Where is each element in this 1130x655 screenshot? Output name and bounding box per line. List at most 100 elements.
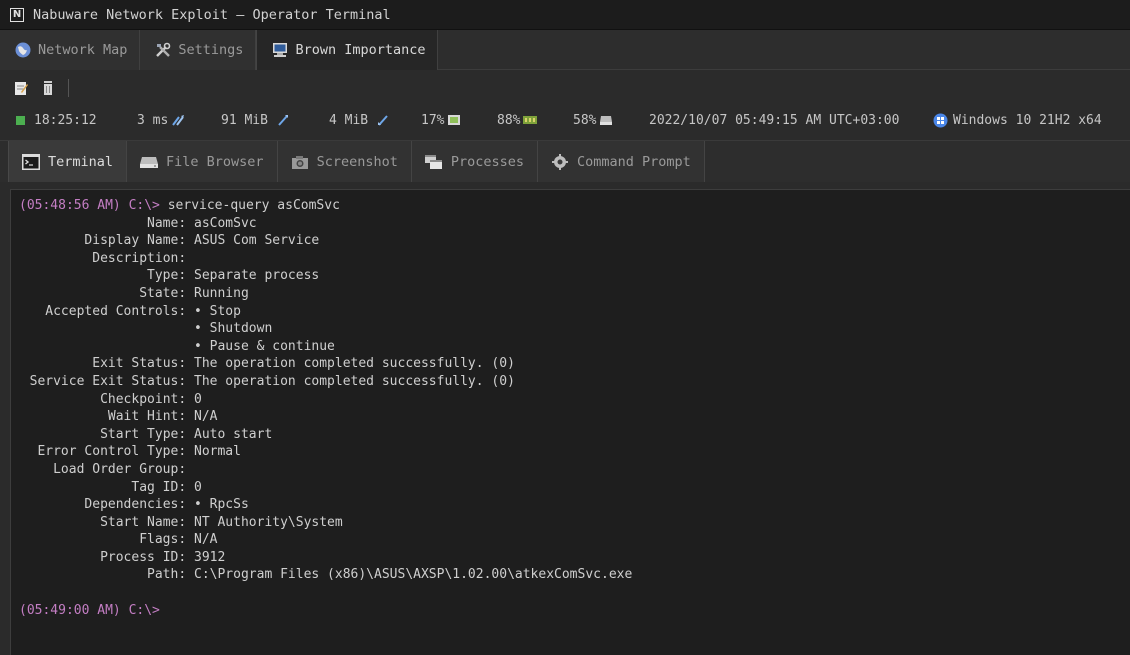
top-tab-bar: Network Map Settings Brown Importance [0,30,1130,70]
tab-network-map[interactable]: Network Map [0,30,141,70]
gear-icon [550,153,570,171]
field-value: 3912 [194,549,226,565]
connection-status: 18:25:12 [16,113,97,128]
command-line: (05:48:56 AM) C:\> service-query asComSv… [19,197,1130,215]
session-tab-bar: Terminal File Browser Screenshot Process… [0,140,1130,182]
service-field-row: Flags: N/A [19,531,1130,549]
service-field-row: Path: C:\Program Files (x86)\ASUS\AXSP\1… [19,566,1130,584]
os-stat: Windows 10 21H2 x64 [933,113,1102,128]
tab-command-prompt[interactable]: Command Prompt [538,141,705,182]
field-label: Description: [92,250,194,266]
windows-stack-icon [424,153,444,171]
prompt: (05:49:00 AM) C:\> [19,602,160,618]
service-field-row: Name: asComSvc [19,215,1130,233]
field-value: 0 [194,391,202,407]
field-label: State: [139,285,194,301]
status-bar: 18:25:12 3 ms 91 MiB 4 MiB 17% 88% 58% 2… [0,106,1130,134]
notepad-icon[interactable] [14,80,28,96]
title-bar: N Nabuware Network Exploit — Operator Te… [0,0,1130,30]
field-value: The operation completed successfully. (0… [194,356,515,372]
field-label: Service Exit Status: [29,373,194,389]
field-label: Start Type: [100,426,194,442]
terminal-icon [21,153,41,171]
cpu-icon [447,114,461,126]
field-value: • RpcSs [194,497,249,513]
datetime-stat: 2022/10/07 05:49:15 AM UTC+03:00 [649,112,900,128]
field-value: • Pause & continue [194,338,335,354]
gpu-stat: 88% [497,113,538,128]
windows-logo-icon [933,113,948,128]
field-value: • Shutdown [194,321,273,337]
tab-label: Settings [178,42,244,58]
field-label: Flags: [139,532,194,548]
field-label: Path: [147,567,194,583]
field-value: Auto start [194,426,273,442]
field-label: Display Name: [84,233,194,249]
field-label: Exit Status: [92,356,194,372]
field-value: The operation completed successfully. (0… [194,373,515,389]
tab-processes[interactable]: Processes [411,141,539,182]
drive-icon [139,153,159,171]
service-field-row: • Shutdown [19,320,1130,338]
ram-icon [523,114,538,126]
tab-screenshot[interactable]: Screenshot [277,141,412,182]
tab-label: File Browser [166,153,264,170]
field-value: NT Authority\System [194,514,343,530]
toolbar [0,70,1130,106]
tools-icon [154,41,172,59]
field-label [19,320,194,338]
field-label [19,338,194,356]
terminal-output[interactable]: (05:48:56 AM) C:\> service-query asComSv… [10,189,1130,655]
field-value: Normal [194,444,241,460]
tab-label: Terminal [48,153,114,170]
service-field-row: Display Name: ASUS Com Service [19,232,1130,250]
memory-a-stat: 91 MiB [221,113,290,128]
tab-brown-importance[interactable]: Brown Importance [256,30,439,70]
online-indicator-icon [16,115,25,125]
field-value: N/A [194,532,218,548]
field-label: Tag ID: [131,479,194,495]
drive-icon [599,114,613,126]
trash-icon[interactable] [41,80,55,96]
computer-icon [271,41,289,59]
field-label: Accepted Controls: [45,303,194,319]
memory-b-stat: 4 MiB [329,113,390,128]
prompt: (05:48:56 AM) C:\> [19,198,168,213]
ping-icon [171,114,185,126]
tab-label: Processes [450,153,525,170]
upload-icon [276,114,290,126]
tab-terminal[interactable]: Terminal [8,141,128,182]
latency-stat: 3 ms [137,113,185,128]
app-logo-icon: N [10,7,24,22]
field-value: Separate process [194,268,320,284]
toolbar-divider [68,79,69,97]
tab-file-browser[interactable]: File Browser [127,141,278,182]
field-value: N/A [194,409,218,425]
service-field-row: Wait Hint: N/A [19,408,1130,426]
tab-settings[interactable]: Settings [140,30,257,70]
service-field-row: Accepted Controls: • Stop [19,303,1130,321]
service-field-row: Tag ID: 0 [19,479,1130,497]
service-field-row: Service Exit Status: The operation compl… [19,373,1130,391]
service-field-row: Load Order Group: [19,461,1130,479]
window-title: Nabuware Network Exploit — Operator Term… [33,6,391,23]
field-label: Checkpoint: [100,391,194,407]
service-field-row: • Pause & continue [19,338,1130,356]
disk-stat: 58% [573,113,613,128]
service-field-row: Checkpoint: 0 [19,391,1130,409]
service-field-row: State: Running [19,285,1130,303]
globe-icon [14,41,32,59]
field-label: Type: [147,268,194,284]
field-value: • Stop [194,303,241,319]
field-label: Process ID: [100,549,194,565]
service-field-row: Type: Separate process [19,267,1130,285]
field-label: Start Name: [100,514,194,530]
cpu-stat: 17% [421,113,461,128]
field-value: asComSvc [194,215,257,231]
download-icon [376,114,390,126]
field-value: Running [194,285,249,301]
field-label: Load Order Group: [53,461,194,477]
tab-label: Brown Importance [295,42,426,58]
field-value: 0 [194,479,202,495]
